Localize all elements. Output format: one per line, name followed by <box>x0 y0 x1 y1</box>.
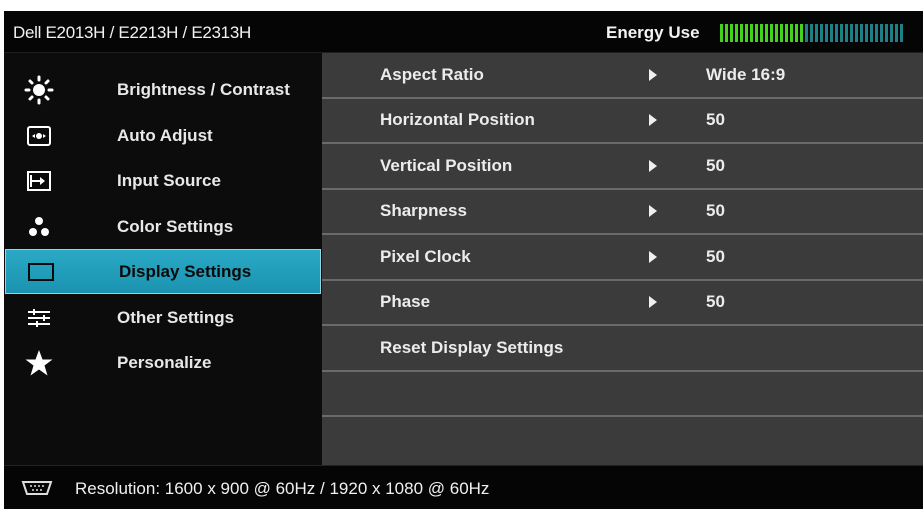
setting-label: Reset Display Settings <box>380 337 564 357</box>
monitor-osd: Dell E2013H / E2213H / E2313H Energy Use… <box>4 11 923 509</box>
setting-label: Horizontal Position <box>380 110 535 130</box>
resolution-info: Resolution: 1600 x 900 @ 60Hz / 1920 x 1… <box>75 479 490 498</box>
right-arrow-icon <box>649 159 657 172</box>
energy-meter-segment <box>810 24 813 42</box>
energy-meter-segment <box>870 24 873 42</box>
energy-meter-segment <box>820 24 823 42</box>
input-source-icon <box>22 166 56 196</box>
energy-meter-segment <box>795 24 798 42</box>
setting-row-phase[interactable]: Phase 50 <box>322 280 923 326</box>
energy-meter-segment <box>825 24 828 42</box>
energy-meter-segment <box>890 24 893 42</box>
energy-use-label: Energy Use <box>606 23 700 42</box>
energy-meter-segment <box>895 24 898 42</box>
energy-meter-segment <box>730 24 733 42</box>
osd-header: Dell E2013H / E2213H / E2313H Energy Use <box>4 11 923 53</box>
energy-meter-segment <box>775 24 778 42</box>
display-settings-panel: Aspect Ratio Wide 16:9 Horizontal Positi… <box>322 53 923 465</box>
other-settings-icon <box>22 303 56 333</box>
main-menu: Brightness / Contrast Auto Adjust Input … <box>4 53 322 465</box>
setting-row-reset-display-settings[interactable]: Reset Display Settings <box>322 326 923 372</box>
energy-meter-segment <box>740 24 743 42</box>
energy-meter-segment <box>790 24 793 42</box>
energy-meter-segment <box>720 24 723 42</box>
setting-row-sharpness[interactable]: Sharpness 50 <box>322 189 923 235</box>
energy-meter-segment <box>845 24 848 42</box>
setting-row-horizontal-position[interactable]: Horizontal Position 50 <box>322 98 923 144</box>
osd-footer: Resolution: 1600 x 900 @ 60Hz / 1920 x 1… <box>4 465 923 509</box>
menu-item-other-settings[interactable]: Other Settings <box>4 295 322 340</box>
energy-meter-segment <box>755 24 758 42</box>
menu-item-label: Color Settings <box>117 216 234 236</box>
energy-meter-segment <box>855 24 858 42</box>
energy-meter-segment <box>865 24 868 42</box>
menu-item-label: Personalize <box>117 352 212 372</box>
vga-connector-icon <box>21 479 53 502</box>
energy-meter-segment <box>765 24 768 42</box>
menu-item-personalize[interactable]: Personalize <box>4 340 322 385</box>
menu-item-display-settings[interactable]: Display Settings <box>5 249 321 294</box>
energy-meter-segment <box>875 24 878 42</box>
color-settings-icon <box>22 212 56 242</box>
energy-meter-segment <box>785 24 788 42</box>
energy-meter-segment <box>800 24 803 42</box>
right-arrow-icon <box>649 296 657 309</box>
setting-label: Phase <box>380 292 431 312</box>
setting-row-empty <box>322 371 923 417</box>
menu-item-auto-adjust[interactable]: Auto Adjust <box>4 113 322 158</box>
setting-value: Wide 16:9 <box>706 64 786 84</box>
menu-item-label: Display Settings <box>119 261 252 281</box>
energy-meter-segment <box>840 24 843 42</box>
energy-meter-segment <box>770 24 773 42</box>
energy-meter-segment <box>860 24 863 42</box>
monitor-model-title: Dell E2013H / E2213H / E2313H <box>13 23 251 42</box>
setting-label: Sharpness <box>380 201 467 221</box>
brightness-icon <box>22 75 56 105</box>
menu-item-label: Input Source <box>117 170 221 190</box>
menu-item-brightness-contrast[interactable]: Brightness / Contrast <box>4 67 322 112</box>
right-arrow-icon <box>649 114 657 127</box>
menu-item-input-source[interactable]: Input Source <box>4 158 322 203</box>
menu-item-label: Other Settings <box>117 307 235 327</box>
energy-meter-segment <box>835 24 838 42</box>
energy-meter-segment <box>830 24 833 42</box>
setting-row-empty <box>322 417 923 465</box>
setting-label: Vertical Position <box>380 155 513 175</box>
setting-row-vertical-position[interactable]: Vertical Position 50 <box>322 144 923 190</box>
energy-meter-segment <box>735 24 738 42</box>
setting-row-aspect-ratio[interactable]: Aspect Ratio Wide 16:9 <box>322 53 923 99</box>
menu-item-label: Auto Adjust <box>117 125 213 145</box>
star-icon <box>22 348 56 378</box>
energy-meter-segment <box>760 24 763 42</box>
energy-meter-segment <box>725 24 728 42</box>
energy-meter-segment <box>885 24 888 42</box>
right-arrow-icon <box>649 68 657 81</box>
energy-meter-segment <box>780 24 783 42</box>
energy-meter-segment <box>805 24 808 42</box>
right-arrow-icon <box>649 205 657 218</box>
energy-use-meter <box>720 24 906 42</box>
setting-label: Aspect Ratio <box>380 64 484 84</box>
setting-value: 50 <box>706 110 725 130</box>
energy-meter-segment <box>880 24 883 42</box>
energy-meter-segment <box>815 24 818 42</box>
right-arrow-icon <box>649 250 657 263</box>
energy-meter-segment <box>750 24 753 42</box>
setting-value: 50 <box>706 292 725 312</box>
setting-value: 50 <box>706 155 725 175</box>
energy-meter-segment <box>745 24 748 42</box>
menu-item-color-settings[interactable]: Color Settings <box>4 204 322 249</box>
setting-value: 50 <box>706 201 725 221</box>
menu-item-label: Brightness / Contrast <box>117 79 290 99</box>
energy-meter-segment <box>900 24 903 42</box>
energy-meter-segment <box>850 24 853 42</box>
auto-adjust-icon <box>22 121 56 151</box>
display-settings-icon <box>24 257 58 287</box>
setting-row-pixel-clock[interactable]: Pixel Clock 50 <box>322 235 923 281</box>
setting-label: Pixel Clock <box>380 246 471 266</box>
setting-value: 50 <box>706 246 725 266</box>
